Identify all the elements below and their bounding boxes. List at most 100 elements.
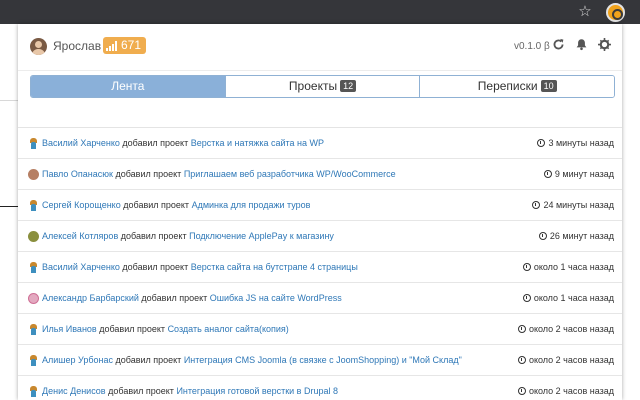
- project-link[interactable]: Приглашаем веб разработчика WP/WooCommer…: [184, 169, 396, 179]
- feed-text: Александр Барбарский добавил проект Ошиб…: [42, 292, 342, 304]
- feed-text: Илья Иванов добавил проект Создать анало…: [42, 323, 289, 335]
- project-link[interactable]: Верстка и натяжка сайта на WP: [191, 138, 324, 148]
- background-divider: [0, 206, 18, 207]
- user-link[interactable]: Алексей Котляров: [42, 231, 118, 241]
- clock-icon: [543, 170, 552, 178]
- background-divider: [0, 100, 18, 101]
- clock-icon: [517, 356, 526, 364]
- feed-item: Илья Иванов добавил проект Создать анало…: [18, 314, 622, 345]
- project-link[interactable]: Верстка сайта на бутстрапе 4 страницы: [191, 262, 358, 272]
- clock-icon: [517, 325, 526, 333]
- feed-item: Павло Опанасюк добавил проект Приглашаем…: [18, 159, 622, 190]
- tab-messages[interactable]: Переписки 10: [419, 76, 614, 97]
- user-avatar-icon: [28, 386, 39, 397]
- user-avatar-icon: [28, 262, 39, 273]
- clock-icon: [517, 387, 526, 395]
- user-avatar[interactable]: [30, 38, 47, 55]
- user-link[interactable]: Василий Харченко: [42, 138, 120, 148]
- bookmark-star-icon[interactable]: ☆: [576, 3, 594, 21]
- user-link[interactable]: Василий Харченко: [42, 262, 120, 272]
- tab-bar: Лента Проекты 12 Переписки 10: [30, 75, 615, 98]
- feed-item: Алексей Котляров добавил проект Подключе…: [18, 221, 622, 252]
- user-link[interactable]: Илья Иванов: [42, 324, 97, 334]
- extension-popup: Ярослав 671 v0.1.0 β Лента Проекты 12 Пер…: [18, 24, 622, 400]
- action-text: добавил проект: [123, 200, 190, 210]
- action-text: добавил проект: [108, 386, 174, 396]
- action-text: добавил проект: [99, 324, 166, 334]
- rating-badge: 671: [103, 37, 147, 54]
- user-avatar-icon: [28, 293, 39, 304]
- action-text: добавил проект: [115, 355, 182, 365]
- user-link[interactable]: Денис Денисов: [42, 386, 106, 396]
- feed-time: около 2 часов назад: [517, 323, 614, 335]
- refresh-icon[interactable]: [551, 38, 565, 52]
- user-avatar-icon: [28, 324, 39, 335]
- feed-text: Василий Харченко добавил проект Верстка …: [42, 261, 358, 273]
- feed-text: Алишер Урбонас добавил проект Интеграция…: [42, 354, 462, 366]
- header-divider: [18, 70, 622, 71]
- feed-time: 24 минуты назад: [532, 199, 614, 211]
- tab-count-badge: 12: [340, 80, 357, 92]
- project-link[interactable]: Подключение ApplePay к магазину: [189, 231, 334, 241]
- user-link[interactable]: Павло Опанасюк: [42, 169, 113, 179]
- tab-feed[interactable]: Лента: [31, 76, 225, 97]
- extension-icon[interactable]: [606, 3, 625, 22]
- action-text: добавил проект: [115, 169, 182, 179]
- feed-item: Василий Харченко добавил проект Верстка …: [18, 252, 622, 283]
- clock-icon: [532, 201, 541, 209]
- action-text: добавил проект: [122, 262, 189, 272]
- tab-label: Переписки: [477, 79, 538, 93]
- feed-text: Алексей Котляров добавил проект Подключе…: [42, 230, 334, 242]
- project-link[interactable]: Админка для продажи туров: [192, 200, 311, 210]
- clock-icon: [522, 294, 531, 302]
- browser-toolbar: ☆: [0, 0, 640, 24]
- user-link[interactable]: Александр Барбарский: [42, 293, 139, 303]
- feed-time: 9 минут назад: [543, 168, 614, 180]
- time-text: около 1 часа назад: [533, 293, 614, 303]
- project-link[interactable]: Создать аналог сайта(копия): [168, 324, 289, 334]
- rating-value: 671: [121, 38, 142, 52]
- time-text: около 1 часа назад: [533, 262, 614, 272]
- user-link[interactable]: Алишер Урбонас: [42, 355, 113, 365]
- feed-time: 26 минут назад: [538, 230, 614, 242]
- feed-item: Александр Барбарский добавил проект Ошиб…: [18, 283, 622, 314]
- tab-label: Лента: [111, 79, 145, 93]
- feed-time: около 2 часов назад: [517, 385, 614, 397]
- feed-item: Алишер Урбонас добавил проект Интеграция…: [18, 345, 622, 376]
- feed-text: Василий Харченко добавил проект Верстка …: [42, 137, 324, 149]
- feed-time: около 1 часа назад: [522, 292, 614, 304]
- user-avatar-icon: [28, 355, 39, 366]
- user-link[interactable]: Сергей Корощенко: [42, 200, 121, 210]
- time-text: 24 минуты назад: [543, 200, 614, 210]
- feed-time: 3 минуты назад: [537, 137, 614, 149]
- feed-item: Василий Харченко добавил проект Верстка …: [18, 128, 622, 159]
- background-page: [0, 24, 18, 400]
- feed-item: Денис Денисов добавил проект Интеграция …: [18, 376, 622, 400]
- project-link[interactable]: Ошибка JS на сайте WordPress: [210, 293, 342, 303]
- feed-time: около 2 часов назад: [517, 354, 614, 366]
- project-link[interactable]: Интеграция CMS Joomla (в связке с JoomSh…: [184, 355, 462, 365]
- tab-projects[interactable]: Проекты 12: [224, 76, 420, 97]
- project-link[interactable]: Интеграция готовой верстки в Drupal 8: [176, 386, 338, 396]
- action-text: добавил проект: [141, 293, 208, 303]
- activity-feed: Василий Харченко добавил проект Верстка …: [18, 127, 622, 400]
- signal-bars-icon: [106, 40, 118, 51]
- feed-time: около 1 часа назад: [522, 261, 614, 273]
- time-text: около 2 часов назад: [528, 324, 614, 334]
- user-avatar-icon: [28, 200, 39, 211]
- feed-item: Сергей Корощенко добавил проект Админка …: [18, 190, 622, 221]
- feed-text: Денис Денисов добавил проект Интеграция …: [42, 385, 338, 397]
- clock-icon: [522, 263, 531, 271]
- time-text: 3 минуты назад: [548, 138, 614, 148]
- tab-count-badge: 10: [540, 80, 557, 92]
- popup-header: Ярослав 671 v0.1.0 β: [18, 24, 622, 70]
- username[interactable]: Ярослав: [53, 39, 101, 54]
- bell-icon[interactable]: [574, 38, 588, 52]
- time-text: 9 минут назад: [554, 169, 614, 179]
- version-label: v0.1.0 β: [514, 41, 550, 52]
- user-avatar-icon: [28, 231, 39, 242]
- action-text: добавил проект: [122, 138, 189, 148]
- clock-icon: [538, 232, 547, 240]
- clock-icon: [537, 139, 546, 147]
- gear-icon[interactable]: [597, 38, 611, 52]
